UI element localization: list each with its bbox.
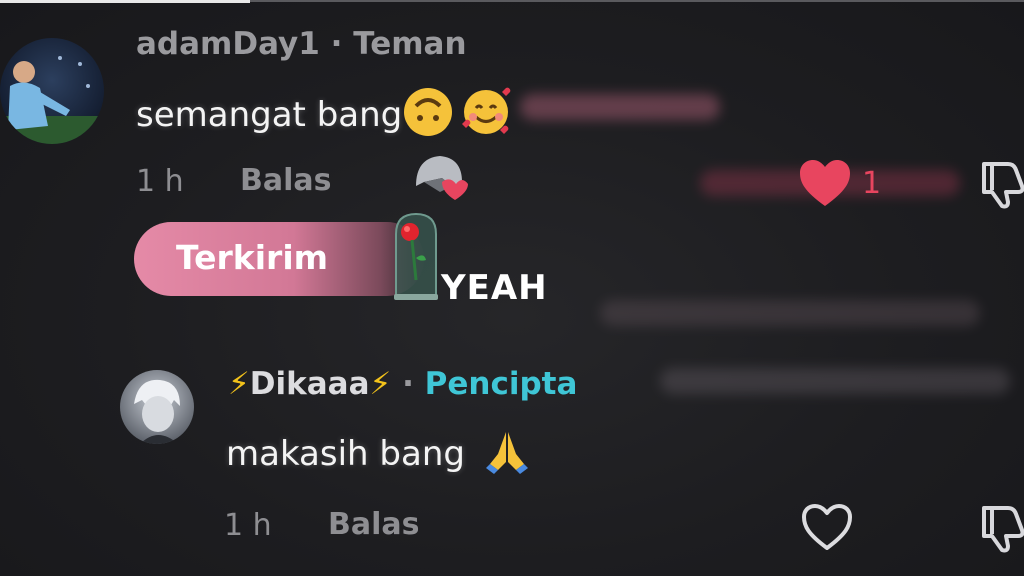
glow-streak: [520, 94, 720, 120]
comment-time: 1 h: [136, 164, 184, 199]
folded-hands-icon: [484, 428, 530, 483]
comment-time: 1 h: [224, 508, 272, 543]
comment-text: semangat bang: [136, 84, 514, 149]
comment-username[interactable]: ⚡Dikaaa⚡ · Pencipta: [228, 366, 577, 402]
helmet-heart-icon: [412, 152, 470, 210]
glow-streak: [600, 300, 980, 326]
like-count: 1: [862, 166, 882, 201]
gift-overlay-text: YEAH: [441, 268, 548, 308]
avatar-image: [0, 38, 104, 144]
avatar[interactable]: [0, 38, 104, 144]
lightning-icon: ⚡: [369, 366, 392, 402]
separator-dot: ·: [330, 26, 343, 62]
dislike-icon[interactable]: [978, 502, 1024, 558]
separator-dot: ·: [402, 366, 414, 402]
comment-username[interactable]: adamDay1 · Teman: [136, 26, 467, 62]
creator-label: Pencipta: [424, 366, 578, 402]
smiling-face-with-hearts-icon: [458, 84, 514, 149]
heart-icon[interactable]: [798, 158, 852, 212]
reply-button[interactable]: Balas: [240, 163, 332, 198]
relation-label: Teman: [353, 26, 467, 62]
username-text: Dikaaa: [249, 366, 370, 402]
upside-down-face-icon: [402, 86, 454, 147]
avatar[interactable]: [120, 370, 194, 444]
comment-body: semangat bang: [136, 95, 403, 135]
heart-outline-icon[interactable]: [800, 502, 854, 556]
rose-in-glass-dome-icon: [390, 210, 442, 306]
comment-body: makasih bang: [226, 434, 465, 474]
lightning-icon: ⚡: [228, 366, 250, 402]
glow-streak: [660, 368, 1010, 394]
progress-track: [250, 0, 1024, 2]
gift-sent-label: Terkirim: [176, 238, 329, 277]
avatar-image: [120, 370, 194, 444]
comment-text: makasih bang: [226, 428, 530, 483]
progress-bar: [0, 0, 250, 3]
reply-button[interactable]: Balas: [328, 507, 420, 542]
username-text: adamDay1: [136, 26, 320, 62]
dislike-icon[interactable]: [978, 158, 1024, 214]
